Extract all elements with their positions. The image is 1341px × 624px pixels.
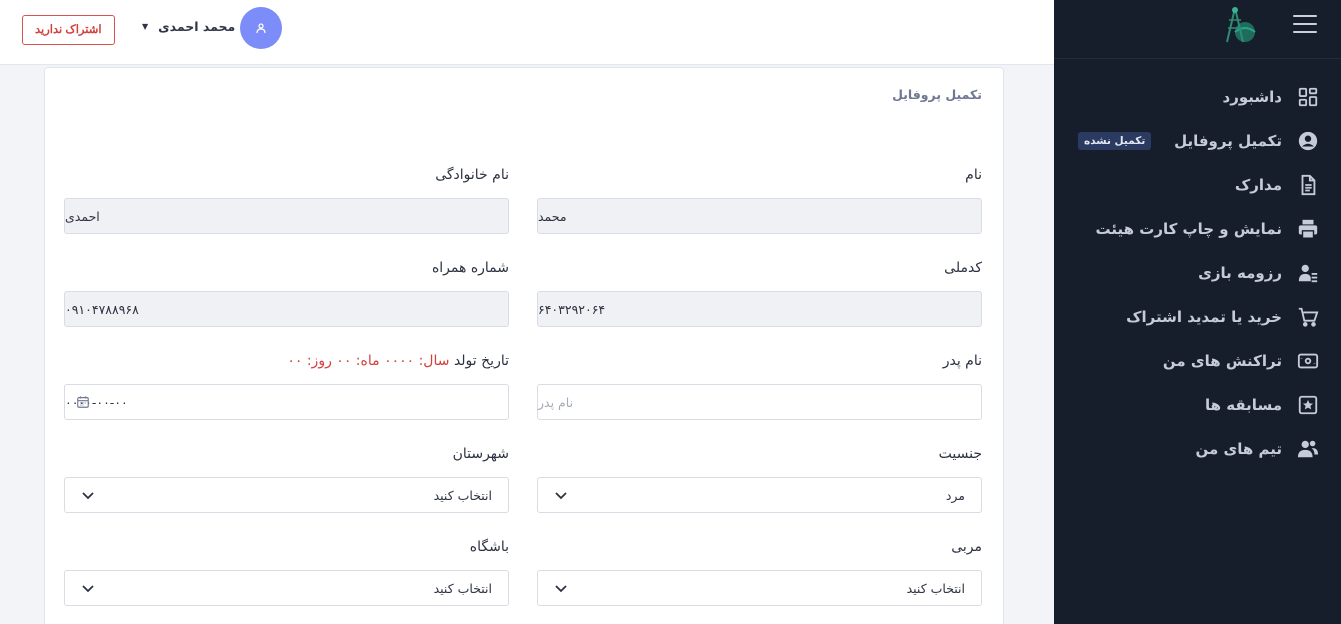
subscription-button[interactable]: اشتراک ندارید xyxy=(22,15,115,45)
national-code-label: کدملی xyxy=(944,260,982,276)
users-icon xyxy=(1296,437,1320,461)
sidebar-item-transactions[interactable]: تراکنش های من xyxy=(1054,339,1341,383)
national-code-value: ۶۴۰۳۲۹۲۰۶۴ xyxy=(538,301,606,317)
sidebar-item-label: خرید یا تمدید اشتراک xyxy=(1126,308,1282,326)
gender-label: جنسیت xyxy=(938,446,982,462)
club-select[interactable]: انتخاب کنید xyxy=(64,570,509,606)
calendar-icon[interactable] xyxy=(76,395,90,409)
topbar: اشتراک ندارید ▼ محمد احمدی xyxy=(0,0,1054,65)
first-name-field[interactable]: محمد xyxy=(537,198,982,234)
age-text: سال: ۰۰۰۰ ماه: ۰۰ روز: ۰۰ xyxy=(287,353,450,369)
gender-select[interactable]: مرد xyxy=(537,477,982,513)
sidebar-item-label: رزومه بازی xyxy=(1198,264,1282,282)
city-label: شهرستان xyxy=(452,446,509,462)
sidebar: داشبورد تکمیل پروفایل تکمیل نشده مدارک ن… xyxy=(1054,0,1341,624)
sidebar-item-documents[interactable]: مدارک xyxy=(1054,163,1341,207)
father-name-input[interactable]: نام پدر xyxy=(537,384,982,420)
menu-toggle-icon[interactable] xyxy=(1293,15,1317,35)
sidebar-item-label: مدارک xyxy=(1234,176,1282,194)
user-circle-icon xyxy=(1296,129,1320,153)
sidebar-item-competitions[interactable]: مسابقه ها xyxy=(1054,383,1341,427)
profile-form-card: تکمیل پروفایل نام محمد نام خانوادگی احمد… xyxy=(44,67,1004,624)
money-icon xyxy=(1296,349,1320,373)
chevron-down-icon xyxy=(555,585,567,593)
sidebar-item-label: تراکنش های من xyxy=(1162,352,1282,370)
printer-icon xyxy=(1296,217,1320,241)
father-name-placeholder: نام پدر xyxy=(538,394,574,410)
mobile-label: شماره همراه xyxy=(431,260,509,276)
first-name-label: نام xyxy=(965,167,982,183)
card-title: تکمیل پروفایل xyxy=(892,87,982,102)
coach-label: مربی xyxy=(951,539,982,555)
sidebar-item-label: نمایش و چاپ کارت هیئت xyxy=(1095,220,1282,238)
coach-select[interactable]: انتخاب کنید xyxy=(537,570,982,606)
birth-date-label-row: تاریخ تولد سال: ۰۰۰۰ ماه: ۰۰ روز: ۰۰ xyxy=(287,353,509,369)
star-square-icon xyxy=(1296,393,1320,417)
sidebar-item-label: مسابقه ها xyxy=(1205,396,1282,414)
chevron-down-icon xyxy=(82,492,94,500)
avatar[interactable] xyxy=(240,7,282,49)
sidebar-item-game-resume[interactable]: رزومه بازی xyxy=(1054,251,1341,295)
logo-icon xyxy=(1226,7,1256,43)
user-menu[interactable]: ▼ محمد احمدی xyxy=(142,19,235,34)
club-value: انتخاب کنید xyxy=(433,580,492,596)
birth-date-value: ۰۰۰۰-۰۰-۰۰ xyxy=(65,394,128,410)
sidebar-item-label: داشبورد xyxy=(1222,88,1282,106)
last-name-value: احمدی xyxy=(65,208,100,224)
user-list-icon xyxy=(1296,261,1320,285)
chevron-down-icon: ▼ xyxy=(142,22,149,31)
club-label: باشگاه xyxy=(469,539,509,555)
chevron-down-icon xyxy=(555,492,567,500)
mobile-value: ۰۹۱۰۴۷۸۸۹۶۸ xyxy=(65,301,139,317)
sidebar-nav: داشبورد تکمیل پروفایل تکمیل نشده مدارک ن… xyxy=(1054,75,1341,471)
coach-value: انتخاب کنید xyxy=(906,580,965,596)
cart-icon xyxy=(1296,305,1320,329)
last-name-field[interactable]: احمدی xyxy=(64,198,509,234)
father-name-label: نام پدر xyxy=(942,353,982,369)
birth-date-label: تاریخ تولد xyxy=(453,353,509,369)
gender-value: مرد xyxy=(945,487,965,503)
mobile-field[interactable]: ۰۹۱۰۴۷۸۸۹۶۸ xyxy=(64,291,509,327)
sidebar-item-label: تکمیل پروفایل xyxy=(1174,132,1282,150)
grid-icon xyxy=(1296,85,1320,109)
sidebar-item-label: تیم های من xyxy=(1195,440,1282,458)
sidebar-item-complete-profile[interactable]: تکمیل پروفایل تکمیل نشده xyxy=(1054,119,1341,163)
first-name-value: محمد xyxy=(538,208,567,224)
document-icon xyxy=(1296,173,1320,197)
national-code-field[interactable]: ۶۴۰۳۲۹۲۰۶۴ xyxy=(537,291,982,327)
user-icon xyxy=(256,23,266,34)
sidebar-item-subscription[interactable]: خرید یا تمدید اشتراک xyxy=(1054,295,1341,339)
sidebar-item-dashboard[interactable]: داشبورد xyxy=(1054,75,1341,119)
sidebar-item-print-card[interactable]: نمایش و چاپ کارت هیئت xyxy=(1054,207,1341,251)
last-name-label: نام خانوادگی xyxy=(435,167,509,183)
birth-date-input[interactable]: ۰۰۰۰-۰۰-۰۰ xyxy=(64,384,509,420)
sidebar-item-my-teams[interactable]: تیم های من xyxy=(1054,427,1341,471)
city-value: انتخاب کنید xyxy=(433,487,492,503)
city-select[interactable]: انتخاب کنید xyxy=(64,477,509,513)
status-badge: تکمیل نشده xyxy=(1078,132,1152,150)
sidebar-header xyxy=(1054,0,1341,59)
user-name: محمد احمدی xyxy=(158,19,236,34)
chevron-down-icon xyxy=(82,585,94,593)
